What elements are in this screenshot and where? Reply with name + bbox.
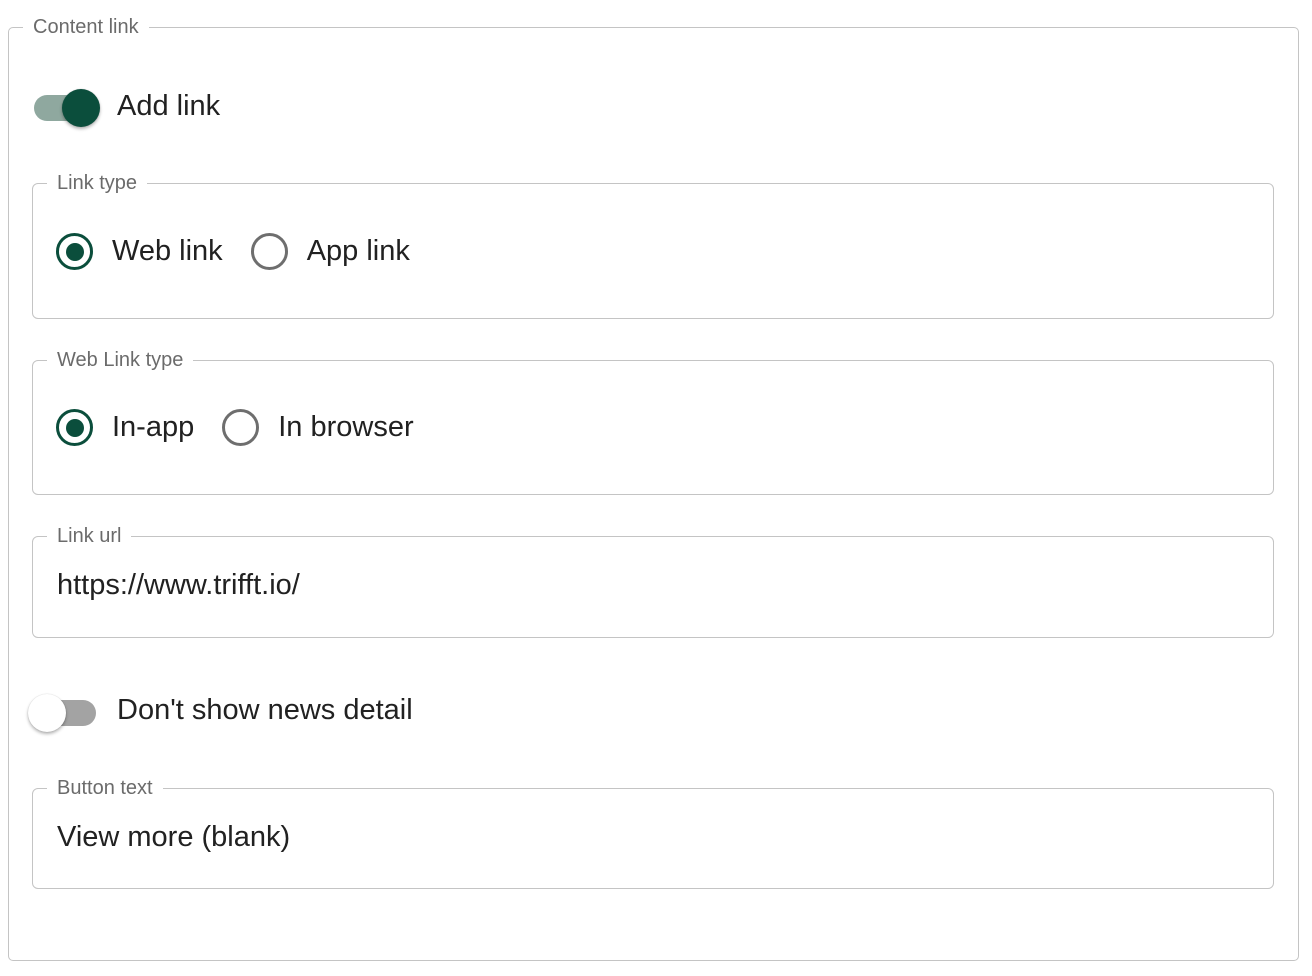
add-link-toggle[interactable] [34,89,100,127]
dont-show-news-detail-toggle-thumb [28,694,66,732]
button-text-input[interactable]: View more (blank) [57,821,290,854]
in-app-radio[interactable] [56,409,93,446]
link-type-options: Web link App link [56,233,438,270]
button-text-legend: Button text [57,777,153,799]
in-browser-radio[interactable] [222,409,260,446]
dont-show-news-detail-toggle[interactable] [28,694,96,732]
content-link-legend: Content link [33,16,139,38]
add-link-label: Add link [117,90,221,122]
web-link-radio[interactable] [56,233,93,270]
link-type-legend: Link type [57,172,138,194]
link-url-legend: Link url [57,525,122,547]
app-link-radio[interactable] [250,233,288,270]
add-link-toggle-thumb [62,89,100,127]
dont-show-news-detail-label: Don't show news detail [117,694,413,726]
in-browser-label[interactable]: In browser [278,411,413,444]
app-link-label[interactable]: App link [307,235,410,268]
web-link-type-legend: Web Link type [57,349,184,371]
web-link-type-options: In-app In browser [56,409,442,446]
link-url-input[interactable]: https://www.trifft.io/ [57,569,300,602]
web-link-label[interactable]: Web link [112,235,223,268]
in-app-label[interactable]: In-app [112,411,194,444]
